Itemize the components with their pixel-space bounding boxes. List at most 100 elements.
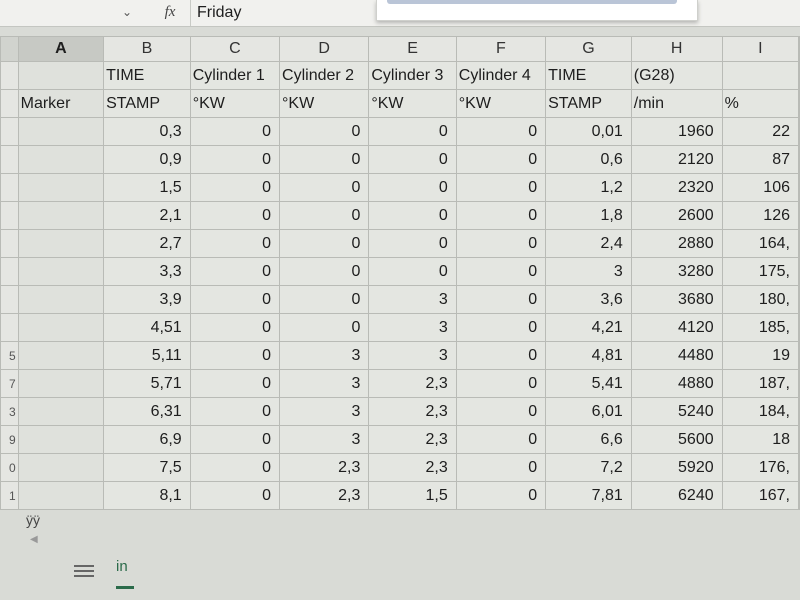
row-header[interactable] — [0, 173, 19, 202]
row-header[interactable] — [0, 61, 19, 90]
cell-h[interactable]: 6240 — [630, 481, 723, 510]
cell-d[interactable]: 2,3 — [279, 453, 370, 482]
cell-h[interactable]: 4120 — [630, 313, 723, 342]
cell-i[interactable]: % — [721, 89, 800, 118]
cell-filler[interactable] — [798, 397, 800, 426]
cell-h[interactable]: 4880 — [630, 369, 723, 398]
cell-g[interactable]: 0,01 — [545, 117, 632, 146]
cell-c[interactable]: 0 — [189, 145, 281, 174]
cell-h[interactable]: 2320 — [630, 173, 723, 202]
cell-i[interactable]: 176, — [721, 453, 800, 482]
row-header[interactable]: 1 — [0, 481, 19, 510]
cell-filler[interactable] — [798, 89, 800, 118]
cell-e[interactable]: 3 — [368, 313, 457, 342]
cell-c[interactable]: 0 — [189, 481, 281, 510]
cell-i[interactable]: 175, — [721, 257, 800, 286]
cell-h[interactable]: 4480 — [630, 341, 723, 370]
cell-h[interactable]: 3680 — [630, 285, 723, 314]
cell-f[interactable]: 0 — [455, 453, 547, 482]
cell-g[interactable]: TIME — [545, 61, 632, 90]
cell-b[interactable]: 2,7 — [103, 229, 191, 258]
cell-filler[interactable] — [798, 313, 800, 342]
cell-g[interactable]: 3,6 — [545, 285, 632, 314]
column-header-f[interactable]: F — [455, 36, 547, 62]
cell-f[interactable]: 0 — [455, 229, 547, 258]
cell-h[interactable]: 5920 — [630, 453, 723, 482]
popup-menu[interactable] — [376, 0, 698, 21]
cell-c[interactable]: 0 — [189, 173, 281, 202]
cell-f[interactable]: 0 — [455, 369, 547, 398]
cell-g[interactable]: 4,81 — [545, 341, 632, 370]
cell-b[interactable]: 3,3 — [103, 257, 191, 286]
cell-filler[interactable] — [798, 173, 800, 202]
cell-d[interactable]: 0 — [279, 257, 370, 286]
cell-e[interactable]: 2,3 — [368, 425, 457, 454]
cell-i[interactable] — [721, 61, 800, 90]
cell-filler[interactable] — [798, 481, 800, 510]
column-header-i[interactable]: I — [721, 36, 800, 62]
cell-h[interactable]: 2120 — [630, 145, 723, 174]
cell-e[interactable]: 0 — [368, 173, 457, 202]
cell-f[interactable]: 0 — [455, 285, 547, 314]
cell-f[interactable]: 0 — [455, 313, 547, 342]
cell-c[interactable]: 0 — [189, 369, 281, 398]
cell-h[interactable]: 3280 — [630, 257, 723, 286]
cell-h[interactable]: 5600 — [630, 425, 723, 454]
cell-filler[interactable] — [798, 425, 800, 454]
cell-e[interactable]: °KW — [368, 89, 457, 118]
cell-i[interactable]: 22 — [721, 117, 800, 146]
cell-d[interactable]: Cylinder 2 — [279, 61, 370, 90]
cell-d[interactable]: 0 — [279, 145, 370, 174]
cell-e[interactable]: 1,5 — [368, 481, 457, 510]
cell-d[interactable]: 3 — [279, 425, 370, 454]
cell-a[interactable] — [17, 341, 105, 370]
cell-c[interactable]: 0 — [189, 285, 281, 314]
cell-g[interactable]: STAMP — [545, 89, 632, 118]
column-header-a[interactable]: A — [17, 36, 105, 62]
cell-filler[interactable] — [798, 117, 800, 146]
cell-i[interactable]: 18 — [721, 425, 800, 454]
cell-f[interactable]: °KW — [455, 89, 547, 118]
cell-filler[interactable] — [798, 369, 800, 398]
cell-d[interactable]: 0 — [279, 117, 370, 146]
cell-filler[interactable] — [798, 453, 800, 482]
cell-c[interactable]: 0 — [189, 425, 281, 454]
cell-c[interactable]: 0 — [189, 397, 281, 426]
cell-a[interactable] — [17, 61, 105, 90]
cell-h[interactable]: 2880 — [630, 229, 723, 258]
cell-c[interactable]: 0 — [189, 201, 281, 230]
cell-h[interactable]: /min — [630, 89, 723, 118]
cell-i[interactable]: 187, — [721, 369, 800, 398]
cell-f[interactable]: 0 — [455, 257, 547, 286]
cell-b[interactable]: 0,3 — [103, 117, 191, 146]
cell-e[interactable]: 3 — [368, 341, 457, 370]
cell-a[interactable] — [17, 369, 105, 398]
cell-f[interactable]: 0 — [455, 397, 547, 426]
cell-d[interactable]: 3 — [279, 341, 370, 370]
cell-d[interactable]: 0 — [279, 173, 370, 202]
cell-filler[interactable] — [798, 341, 800, 370]
cell-d[interactable]: 3 — [279, 397, 370, 426]
cell-c[interactable]: 0 — [189, 117, 281, 146]
cell-b[interactable]: TIME — [103, 61, 191, 90]
cell-d[interactable]: 0 — [279, 313, 370, 342]
row-header[interactable] — [0, 117, 19, 146]
cell-b[interactable]: 1,5 — [103, 173, 191, 202]
cell-b[interactable]: 3,9 — [103, 285, 191, 314]
cell-f[interactable]: 0 — [455, 201, 547, 230]
fx-button[interactable]: fx — [150, 0, 190, 26]
cell-i[interactable]: 126 — [721, 201, 800, 230]
cell-a[interactable] — [17, 453, 105, 482]
row-header[interactable] — [0, 285, 19, 314]
cell-e[interactable]: 2,3 — [368, 369, 457, 398]
cell-h[interactable]: 5240 — [630, 397, 723, 426]
hamburger-icon[interactable] — [74, 562, 94, 580]
cell-c[interactable]: 0 — [189, 229, 281, 258]
cell-b[interactable]: 0,9 — [103, 145, 191, 174]
cell-f[interactable]: 0 — [455, 425, 547, 454]
column-header-c[interactable]: C — [189, 36, 281, 62]
row-header[interactable] — [0, 89, 19, 118]
chevron-down-icon[interactable]: ⌄ — [112, 0, 142, 26]
row-header[interactable] — [0, 145, 19, 174]
cell-g[interactable]: 3 — [545, 257, 632, 286]
